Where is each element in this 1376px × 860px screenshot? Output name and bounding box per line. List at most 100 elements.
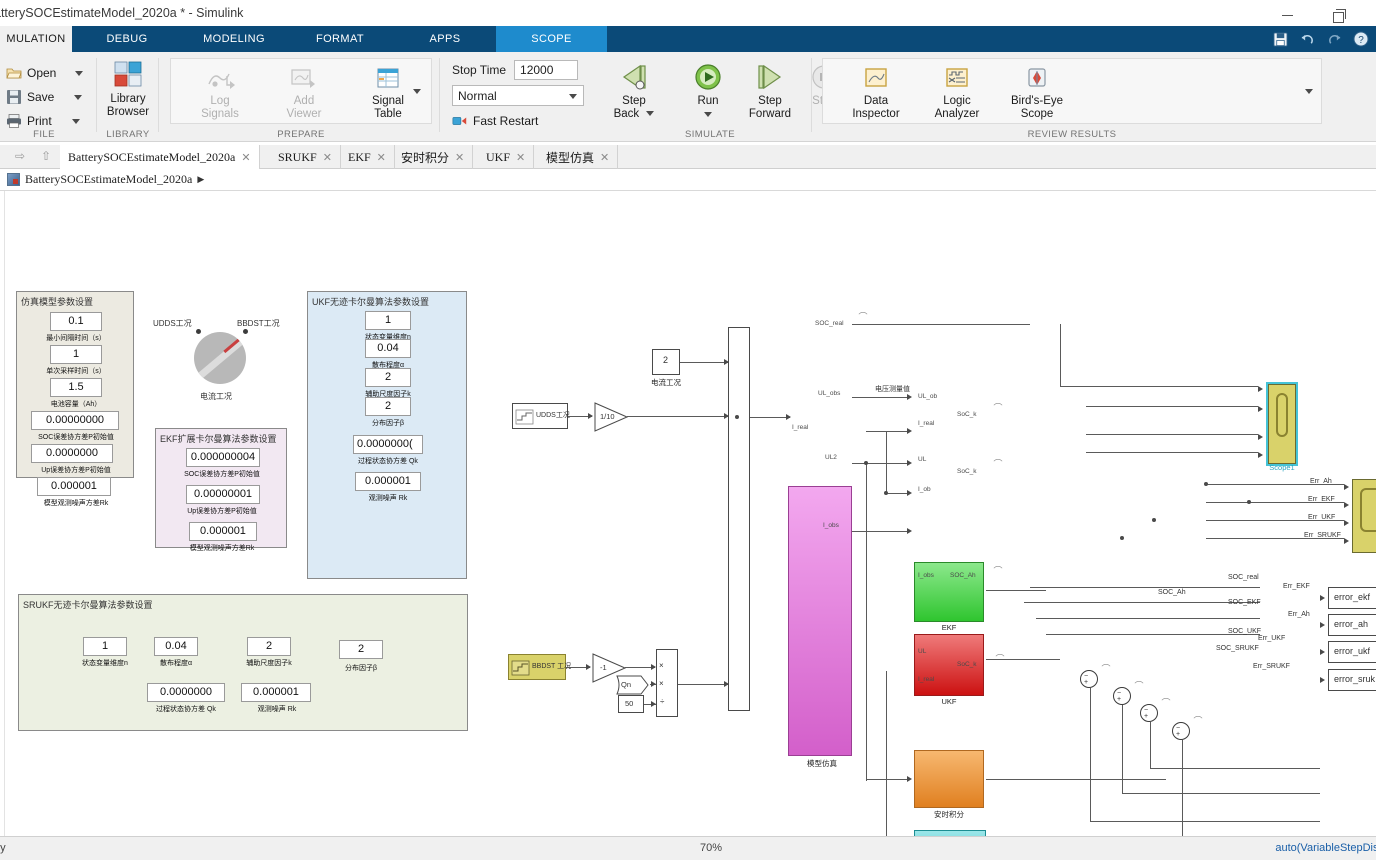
block-switch-mux[interactable] <box>728 327 750 711</box>
panel-ukf[interactable]: UKF无迹卡尔曼算法参数设置 1 状态变量维度n 0.04 散布程度α 2 辅助… <box>307 291 467 579</box>
goto-tag-icon: ⌒ <box>993 459 1003 469</box>
wire-junction <box>884 491 888 495</box>
goto-tag-icon: ⌒ <box>1134 681 1144 691</box>
panel-ekf[interactable]: EKF扩展卡尔曼算法参数设置 0.000000004 SOC误差协方差P初始值 … <box>155 428 287 552</box>
wire-arrow <box>907 394 912 400</box>
srukf-beta-value[interactable]: 2 <box>339 640 383 659</box>
open-caret-icon[interactable] <box>75 70 84 76</box>
block-const-50-value: 50 <box>625 699 634 708</box>
ribbon-tab-format[interactable]: FORMAT <box>286 26 394 52</box>
close-icon[interactable]: ✕ <box>377 151 386 164</box>
model-tab-ekf[interactable]: EKF ✕ <box>340 145 395 169</box>
close-icon[interactable]: ✕ <box>600 151 609 164</box>
print-caret-icon[interactable] <box>71 118 80 124</box>
close-icon[interactable]: ✕ <box>455 151 464 164</box>
panel-srukf[interactable]: SRUKF无迹卡尔曼算法参数设置 1 状态变量维度n 0.04 散布程度α 2 … <box>18 594 468 731</box>
status-zoom-level[interactable]: 70% <box>700 842 722 854</box>
panel-sim-model[interactable]: 仿真模型参数设置 0.1 最小间隔时间（s） 1 单次采样时间（s） 1.5 电… <box>16 291 134 507</box>
ekf-soc-p-value[interactable]: 0.000000004 <box>186 448 260 467</box>
run-caret-icon[interactable] <box>704 112 712 117</box>
breadcrumb-model-name[interactable]: BatterySOCEstimateModel_2020a <box>25 172 192 187</box>
run-label: Run <box>697 95 719 107</box>
ukf-qk-value[interactable]: 0.0000000( <box>353 435 423 454</box>
field-soc-p-value[interactable]: 0.00000000 <box>31 411 119 430</box>
ukf-rk-value[interactable]: 0.000001 <box>355 472 421 491</box>
srukf-qk-value[interactable]: 0.0000000 <box>147 683 225 702</box>
review-overflow-button[interactable] <box>1302 58 1316 124</box>
panel-srukf-title: SRUKF无迹卡尔曼算法参数设置 <box>23 600 153 610</box>
model-tab-ukf[interactable]: UKF ✕ <box>478 145 535 169</box>
srukf-k-value[interactable]: 2 <box>247 637 291 656</box>
logic-analyzer-button[interactable]: Logic Analyzer <box>921 66 993 121</box>
block-ah-integration[interactable] <box>914 750 984 808</box>
save-button[interactable]: Save <box>6 86 83 108</box>
save-icon[interactable] <box>1271 30 1289 48</box>
ukf-n-value[interactable]: 1 <box>365 311 411 330</box>
model-tab-srukf[interactable]: SRUKF ✕ <box>270 145 341 169</box>
field-up-p-value[interactable]: 0.0000000 <box>31 444 113 463</box>
ribbon-tab-debug[interactable]: DEBUG <box>72 26 182 52</box>
field-min-interval-value[interactable]: 0.1 <box>50 312 102 331</box>
block-model-sim[interactable] <box>788 486 852 756</box>
add-viewer-button[interactable]: Add Viewer <box>268 66 340 121</box>
log-signals-button[interactable]: Log Signals <box>184 66 256 121</box>
model-tab-batterysocestimatemodel[interactable]: BatterySOCEstimateModel_2020a ✕ <box>60 145 260 169</box>
sum-block-ukf[interactable]: − + <box>1140 704 1158 722</box>
ribbon-tab-apps[interactable]: APPS <box>394 26 496 52</box>
current-profile-knob[interactable] <box>194 332 246 384</box>
chevron-down-icon <box>569 94 577 99</box>
redo-icon[interactable] <box>1325 30 1343 48</box>
block-ekf[interactable] <box>914 562 984 622</box>
ekf-up-p-value[interactable]: 0.00000001 <box>186 485 260 504</box>
simulation-mode-select[interactable]: Normal <box>452 85 584 106</box>
srukf-port-i-real: I_real <box>918 676 935 683</box>
block-bbdst-source-label: BBDST 工况 <box>532 663 572 670</box>
ukf-beta-value[interactable]: 2 <box>365 397 411 416</box>
help-icon[interactable]: ? <box>1352 30 1370 48</box>
nav-forward-button[interactable]: ⇨ <box>12 149 28 165</box>
ukf-alpha-value[interactable]: 0.04 <box>365 339 411 358</box>
birds-eye-scope-icon <box>1028 68 1046 87</box>
srukf-rk-value[interactable]: 0.000001 <box>241 683 311 702</box>
wire <box>750 417 790 418</box>
close-icon[interactable]: ✕ <box>516 151 525 164</box>
scope1-selection[interactable] <box>1266 382 1298 466</box>
data-inspector-button[interactable]: Data Inspector <box>840 66 912 121</box>
ribbon-tab-scope[interactable]: SCOPE <box>496 26 607 52</box>
field-sample-time-value[interactable]: 1 <box>50 345 102 364</box>
sum-block-srukf[interactable]: − + <box>1172 722 1190 740</box>
field-sample-time-label: 单次采样时间（s） <box>46 368 106 375</box>
birds-eye-scope-button[interactable]: Bird's-Eye Scope <box>1001 66 1073 121</box>
ribbon-tab-simulation[interactable]: MULATION <box>0 26 72 52</box>
ribbon-tab-modeling[interactable]: MODELING <box>182 26 286 52</box>
block-scope1[interactable] <box>1268 384 1296 464</box>
model-canvas[interactable]: 仿真模型参数设置 0.1 最小间隔时间（s） 1 单次采样时间（s） 1.5 电… <box>0 191 1376 836</box>
field-capacity-value[interactable]: 1.5 <box>50 378 102 397</box>
ekf-rk-value[interactable]: 0.000001 <box>189 522 257 541</box>
knob-caption: 电流工况 <box>200 392 232 401</box>
model-tab-ah-integration[interactable]: 安时积分 ✕ <box>393 145 474 169</box>
library-browser-button[interactable]: Library Browser <box>92 60 164 119</box>
model-tab-model-sim[interactable]: 模型仿真 ✕ <box>538 145 619 169</box>
status-solver[interactable]: auto(VariableStepDisc <box>1275 842 1376 854</box>
sum-block-ah[interactable]: − + <box>1080 670 1098 688</box>
close-icon[interactable]: ✕ <box>241 151 250 164</box>
save-caret-icon[interactable] <box>74 94 83 100</box>
undo-icon[interactable] <box>1298 30 1316 48</box>
log-signals-icon <box>208 73 235 89</box>
open-button[interactable]: Open <box>6 62 84 84</box>
block-scope2[interactable] <box>1352 479 1376 553</box>
close-icon[interactable]: ✕ <box>323 151 332 164</box>
sum-block-ekf[interactable]: − + <box>1113 687 1131 705</box>
ukf-k-value[interactable]: 2 <box>365 368 411 387</box>
step-back-caret-icon[interactable] <box>646 111 655 116</box>
logic-analyzer-line2: Analyzer <box>934 108 980 120</box>
fast-restart-toggle[interactable]: Fast Restart <box>452 110 538 132</box>
nav-up-button[interactable]: ⇧ <box>38 149 54 165</box>
field-rk-value[interactable]: 0.000001 <box>37 477 111 496</box>
srukf-alpha-value[interactable]: 0.04 <box>154 637 198 656</box>
srukf-n-value[interactable]: 1 <box>83 637 127 656</box>
prepare-overflow-button[interactable] <box>410 58 424 124</box>
step-back-button[interactable]: Step Back <box>598 62 670 121</box>
stop-time-input[interactable]: 12000 <box>514 60 579 80</box>
